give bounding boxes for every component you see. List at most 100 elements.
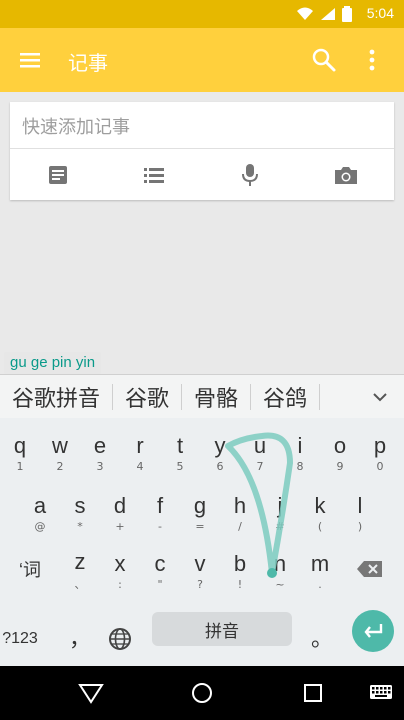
quick-note-input[interactable]: [18, 108, 392, 146]
key-2-5[interactable]: b!: [220, 542, 260, 600]
key-label: f: [156, 492, 164, 518]
signal-icon: [321, 8, 335, 20]
key-hint: 8: [296, 459, 304, 473]
key-label: j: [277, 492, 283, 518]
key-1-1[interactable]: s *: [60, 484, 100, 542]
system-nav-bar: [0, 666, 404, 720]
key-label: p: [373, 432, 387, 458]
app-bar: 记事: [0, 28, 404, 92]
page-title: 记事: [68, 51, 108, 75]
key-1-6[interactable]: j #: [260, 484, 300, 542]
key-hint: 9: [336, 459, 344, 473]
key-label: e: [93, 432, 107, 458]
key-0-4[interactable]: t5: [160, 424, 200, 482]
recents-square-icon: [304, 684, 322, 702]
candidate-1[interactable]: 谷歌拼音: [0, 375, 112, 419]
chevron-down-icon: [373, 393, 387, 402]
backspace-icon: [357, 561, 382, 577]
hamburger-icon: [20, 53, 40, 68]
search-button[interactable]: [310, 46, 338, 74]
candidate-2[interactable]: 谷歌: [113, 375, 181, 419]
keyboard: ?123 ， 拼音 。 q 1 w 2 e 3 r 4 t 5 y 6 u 7 i 8 o 9 p 0 a @ s * d + f -…: [0, 418, 404, 666]
key-hint: (: [317, 519, 323, 533]
recents-button[interactable]: [298, 678, 328, 708]
key-1-7[interactable]: k(: [300, 484, 340, 542]
key-0-3[interactable]: r4: [120, 424, 160, 482]
key-label: b: [233, 550, 247, 576]
menu-button[interactable]: [18, 48, 42, 72]
key-2-6[interactable]: n ~: [260, 542, 300, 600]
candidate-4[interactable]: 谷鸽: [251, 375, 319, 419]
voice-note-button[interactable]: [232, 157, 268, 193]
backspace-key[interactable]: [350, 540, 390, 598]
key-label: z: [74, 549, 86, 574]
key-hint: +: [115, 519, 125, 533]
key-1-3[interactable]: f-: [140, 484, 180, 542]
key-2-4[interactable]: v?: [180, 542, 220, 600]
key-0-9[interactable]: p0: [360, 424, 400, 482]
key-label: n: [273, 550, 287, 576]
space-key[interactable]: 拼音: [152, 612, 292, 646]
quick-note-card: [10, 102, 394, 200]
key-hint: 2: [56, 459, 64, 473]
candidate-3[interactable]: 骨骼: [182, 375, 250, 419]
key-2-1[interactable]: z、: [60, 542, 100, 600]
key-label: q: [13, 432, 27, 458]
key-0-0[interactable]: q1: [0, 424, 40, 482]
period-key[interactable]: 。: [302, 610, 342, 668]
key-0-2[interactable]: e3: [80, 424, 120, 482]
expand-candidates-button[interactable]: [356, 375, 404, 419]
list-icon: [144, 168, 164, 183]
status-bar: 5:04: [0, 0, 404, 28]
key-0-6[interactable]: u7: [240, 424, 280, 482]
key-hint: 1: [16, 459, 24, 473]
key-label: r: [136, 432, 144, 458]
key-1-2[interactable]: d +: [100, 484, 140, 542]
key-label: v: [194, 550, 206, 576]
key-1-4[interactable]: g =: [180, 484, 220, 542]
key-2-2[interactable]: x:: [100, 542, 140, 600]
enter-key[interactable]: [352, 610, 394, 652]
key-2-0[interactable]: ‘词: [10, 542, 50, 600]
key-label: d: [113, 492, 127, 518]
key-label: i: [297, 432, 303, 458]
notes-area: [0, 200, 404, 350]
keyboard-switch-button[interactable]: [366, 678, 396, 708]
back-button[interactable]: [76, 678, 106, 708]
key-hint: /: [238, 519, 242, 533]
language-key[interactable]: [100, 610, 140, 668]
key-1-0[interactable]: a @: [20, 484, 60, 542]
comma-key[interactable]: ，: [60, 610, 100, 668]
key-label: l: [357, 492, 363, 518]
key-1-5[interactable]: h /: [220, 484, 260, 542]
key-hint: ~: [275, 577, 285, 591]
home-button[interactable]: [187, 678, 217, 708]
key-label: o: [333, 432, 347, 458]
key-0-1[interactable]: w2: [40, 424, 80, 482]
key-hint: 、: [74, 578, 86, 591]
symbols-key[interactable]: ?123: [0, 610, 40, 668]
key-hint: 0: [376, 459, 384, 473]
new-list-button[interactable]: [136, 157, 172, 193]
photo-note-button[interactable]: [328, 157, 364, 193]
key-2-3[interactable]: c ": [140, 542, 180, 600]
camera-icon: [335, 167, 357, 184]
key-label: g: [193, 492, 207, 518]
key-2-7[interactable]: m.: [300, 542, 340, 600]
key-hint: .: [318, 577, 322, 591]
new-text-note-button[interactable]: [40, 157, 76, 193]
key-hint: 4: [136, 459, 144, 473]
key-1-8[interactable]: l): [340, 484, 380, 542]
key-0-5[interactable]: y6: [200, 424, 240, 482]
key-0-8[interactable]: o9: [320, 424, 360, 482]
key-label: s: [74, 492, 86, 518]
document-icon: [49, 166, 67, 184]
key-0-7[interactable]: i8: [280, 424, 320, 482]
status-time: 5:04: [366, 5, 394, 21]
key-label: c: [154, 550, 166, 576]
note-tools: [10, 154, 394, 196]
more-options-button[interactable]: [362, 46, 382, 74]
key-hint: !: [237, 577, 243, 591]
key-label: t: [176, 432, 184, 458]
key-label: h: [233, 492, 247, 518]
